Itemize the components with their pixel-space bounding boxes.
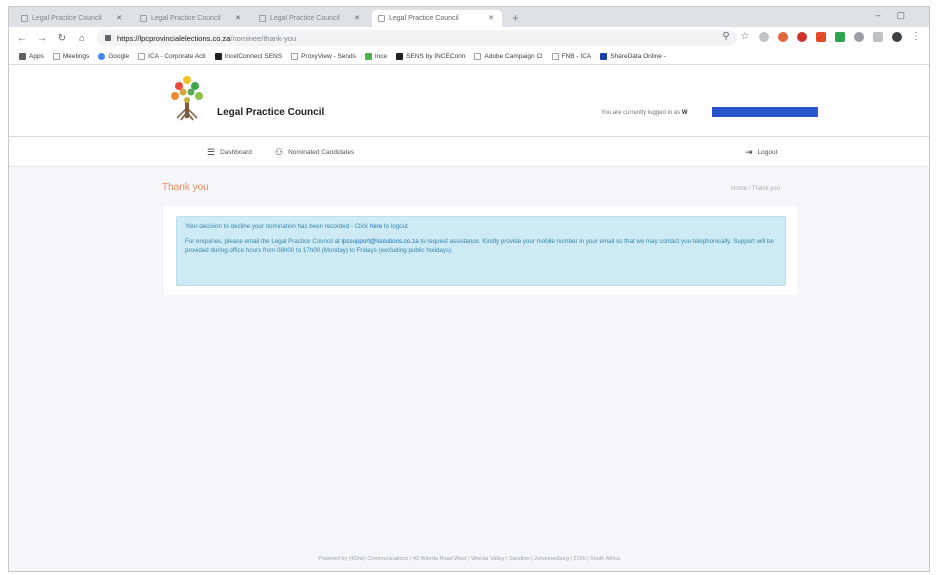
page-icon <box>138 53 146 60</box>
home-icon[interactable]: ⌂ <box>77 33 87 44</box>
sharedata-icon <box>600 53 608 60</box>
page-title: Thank you <box>162 182 209 193</box>
page-icon <box>52 53 60 60</box>
ince-icon <box>396 53 404 60</box>
page-icon <box>291 53 299 60</box>
logged-in-user: W <box>681 110 688 116</box>
forward-icon[interactable]: → <box>37 33 47 44</box>
ince-icon <box>214 53 222 60</box>
bookmark-item[interactable]: FNB - ICA <box>551 53 591 60</box>
breadcrumb-current: Thank you <box>751 186 780 192</box>
bookmark-item[interactable]: ShareData Online - <box>600 53 666 60</box>
redacted-username <box>712 107 818 117</box>
tab-favicon-icon <box>21 15 28 22</box>
site-title: Legal Practice Council <box>217 107 325 118</box>
extension-icon[interactable] <box>778 31 788 42</box>
web-page: Legal Practice Council You are currently… <box>9 66 929 571</box>
lock-icon <box>105 35 111 41</box>
info-alert: Your decision to decline your nomination… <box>176 216 786 286</box>
address-toolbar: ← → ↻ ⌂ https://lpcprovincialelections.c… <box>9 27 929 49</box>
support-email-link[interactable]: lpcsupport@lsolutions.co.za <box>342 238 419 245</box>
tab-label: Legal Practice Council <box>389 15 459 22</box>
pinterest-icon[interactable] <box>797 31 807 42</box>
bookmark-item[interactable]: Apps <box>19 53 44 60</box>
window-controls[interactable]: –▢ <box>875 10 921 21</box>
bookmark-item[interactable]: Google <box>98 53 129 60</box>
browser-tab-active[interactable]: Legal Practice Council ✕ <box>372 10 502 27</box>
extension-icons: ⚲ ☆ ⋮ <box>721 31 921 42</box>
bookmark-item[interactable]: ICA - Corporate Acti <box>138 53 206 60</box>
reload-icon[interactable]: ↻ <box>57 33 67 44</box>
new-tab-button[interactable]: + <box>512 10 519 27</box>
bookmarks-bar: Apps Meetings Google ICA - Corporate Act… <box>9 49 929 65</box>
user-icon: ⚇ <box>275 147 284 157</box>
bookmark-item[interactable]: Meetings <box>52 53 89 60</box>
apps-icon <box>19 53 26 60</box>
menu-lines-icon: ☰ <box>207 147 216 157</box>
tab-favicon-icon <box>378 15 385 22</box>
browser-tab[interactable]: Legal Practice Council ✕ <box>134 10 249 27</box>
tab-label: Legal Practice Council <box>270 15 340 22</box>
extension-icon[interactable] <box>873 31 883 42</box>
bookmark-item[interactable]: Ince <box>364 53 387 60</box>
extension-icon[interactable] <box>759 31 769 42</box>
tree-logo-icon[interactable] <box>167 72 207 122</box>
bookmark-item[interactable]: IncelConnect SENS <box>214 53 282 60</box>
search-icon[interactable]: ⚲ <box>721 31 731 42</box>
breadcrumb: Home / Thank you <box>731 186 780 192</box>
browser-window: Legal Practice Council ✕ Legal Practice … <box>8 6 930 572</box>
site-footer: Powered by (4One) Communications | 42 Wi… <box>318 556 620 562</box>
extension-icon[interactable] <box>854 31 864 42</box>
tab-strip: Legal Practice Council ✕ Legal Practice … <box>9 7 929 27</box>
address-bar[interactable]: https://lpcprovincialelections.co.za /no… <box>97 30 737 46</box>
bookmark-item[interactable]: SENS by INCEConn <box>396 53 465 60</box>
tab-close-icon[interactable]: ✕ <box>488 14 494 22</box>
nav-dashboard[interactable]: ☰ Dashboard <box>207 147 252 158</box>
bookmark-item[interactable]: Adobe Campaign Cl <box>474 53 543 60</box>
menu-icon[interactable]: ⋮ <box>911 31 921 42</box>
office-icon[interactable] <box>816 31 826 42</box>
browser-tab[interactable]: Legal Practice Council ✕ <box>15 10 130 27</box>
content-card: Your decision to decline your nomination… <box>164 206 797 295</box>
bookmark-item[interactable]: ProxyView - Sends <box>291 53 356 60</box>
tab-favicon-icon <box>140 15 147 22</box>
site-nav: ☰ Dashboard ⚇ Nominated Candidates ⇥ Log… <box>9 137 929 167</box>
logout-icon: ⇥ <box>745 147 753 157</box>
breadcrumb-home[interactable]: Home <box>731 186 747 192</box>
check-icon <box>364 53 372 60</box>
tab-close-icon[interactable]: ✕ <box>235 14 241 22</box>
site-header: Legal Practice Council You are currently… <box>9 66 929 137</box>
logged-in-text: You are currently logged in as W <box>601 110 688 116</box>
logout-link[interactable]: ⇥ Logout <box>745 147 777 158</box>
back-icon[interactable]: ← <box>17 33 27 44</box>
star-icon[interactable]: ☆ <box>740 31 750 42</box>
tab-label: Legal Practice Council <box>32 15 102 22</box>
url-host: https://lpcprovincialelections.co.za <box>117 33 231 43</box>
nav-nominated-candidates[interactable]: ⚇ Nominated Candidates <box>275 147 354 158</box>
page-icon <box>474 53 482 60</box>
tab-favicon-icon <box>259 15 266 22</box>
tab-close-icon[interactable]: ✕ <box>116 14 122 22</box>
page-icon <box>551 53 559 60</box>
alert-line-2: For enquiries, please email the Legal Pr… <box>185 237 774 255</box>
profile-avatar[interactable] <box>892 31 902 42</box>
extension-icon[interactable] <box>835 31 845 42</box>
tab-label: Legal Practice Council <box>151 15 221 22</box>
tab-close-icon[interactable]: ✕ <box>354 14 360 22</box>
browser-tab[interactable]: Legal Practice Council ✕ <box>253 10 368 27</box>
alert-line-1: Your decision to decline your nomination… <box>185 223 408 230</box>
url-path: /nominee/thank-you <box>230 33 297 43</box>
logout-here-link[interactable]: here <box>370 223 382 230</box>
google-icon <box>98 53 106 60</box>
